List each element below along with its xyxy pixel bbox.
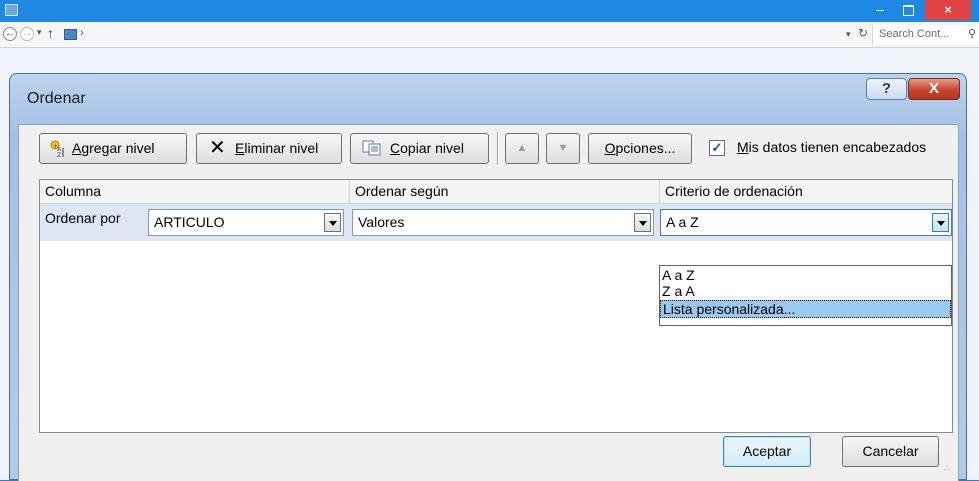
column-select[interactable]: ARTICULO xyxy=(148,209,344,236)
arrow-down-icon: ▼ xyxy=(557,142,569,154)
app-icon xyxy=(5,4,18,16)
copy-level-button[interactable]: Copiar nivel xyxy=(350,133,489,164)
forward-arrow-icon[interactable]: → xyxy=(20,27,34,41)
search-placeholder: Search Cont... xyxy=(879,28,950,40)
order-dropdown-list: A a Z Z a A Lista personalizada... xyxy=(659,265,952,326)
dialog-title: Ordenar xyxy=(27,90,86,107)
cancel-button[interactable]: Cancelar xyxy=(842,436,939,467)
add-level-button[interactable]: + A Z Agregar nivel xyxy=(39,133,187,164)
column-header-column: Columna xyxy=(40,180,350,204)
column-header-sort-on: Ordenar según xyxy=(350,180,660,204)
sort-on-select[interactable]: Valores xyxy=(352,209,654,236)
order-select-value: A a Z xyxy=(666,214,699,230)
options-button[interactable]: Opciones... xyxy=(588,133,692,164)
up-arrow-icon[interactable]: ↑ xyxy=(47,25,54,41)
search-icon: ⚲ xyxy=(968,28,977,40)
back-arrow-icon[interactable]: ← xyxy=(3,27,17,41)
sort-on-select-value: Valores xyxy=(358,214,405,230)
add-level-label: Agregar nivel xyxy=(72,140,155,156)
delete-x-icon: ✕ xyxy=(209,137,226,159)
dialog-close-button[interactable]: X xyxy=(908,78,960,100)
chevron-down-icon[interactable] xyxy=(932,213,949,232)
minimize-button[interactable]: – xyxy=(866,0,894,20)
row-label: Ordenar por xyxy=(45,210,121,226)
svg-text:Z: Z xyxy=(57,152,61,158)
arrow-up-icon: ▲ xyxy=(516,142,528,154)
order-option[interactable]: A a Z xyxy=(660,267,951,283)
dialog-body: + A Z Agregar nivel ✕ Eliminar nivel Cop… xyxy=(18,124,959,481)
column-header-order: Criterio de ordenación xyxy=(665,183,803,199)
search-input[interactable]: Search Cont... ⚲ xyxy=(872,25,979,45)
move-up-button[interactable]: ▲ xyxy=(505,133,539,164)
headers-checkbox[interactable]: ✓ xyxy=(709,140,725,156)
order-option[interactable]: Z a A xyxy=(660,283,951,299)
breadcrumb-chevron-icon[interactable]: › xyxy=(80,27,84,39)
chevron-down-icon[interactable] xyxy=(634,213,651,232)
order-select[interactable]: A a Z xyxy=(660,209,952,236)
delete-level-label: Eliminar nivel xyxy=(235,140,319,156)
maximize-button[interactable] xyxy=(894,0,922,20)
computer-icon xyxy=(64,29,77,40)
toolbar-separator xyxy=(497,132,499,165)
delete-level-button[interactable]: ✕ Eliminar nivel xyxy=(196,133,342,164)
chevron-down-icon[interactable] xyxy=(324,213,341,232)
options-label: Opciones... xyxy=(604,140,676,156)
move-down-button[interactable]: ▼ xyxy=(546,133,580,164)
address-dropdown-icon[interactable]: ▾ xyxy=(846,29,851,40)
refresh-icon[interactable]: ↻ xyxy=(858,26,868,40)
order-option-highlighted[interactable]: Lista personalizada... xyxy=(660,300,951,318)
sort-level-row[interactable]: Ordenar por ARTICULO Valores A a Z xyxy=(40,204,952,241)
recent-locations-chevron-icon[interactable]: ▾ xyxy=(37,27,42,38)
copy-icon xyxy=(362,140,381,156)
column-select-value: ARTICULO xyxy=(154,214,225,230)
headers-checkbox-label[interactable]: Mis datos tienen encabezados xyxy=(737,139,926,155)
window-close-button[interactable]: × xyxy=(925,0,971,20)
sort-add-icon: + A Z xyxy=(50,140,64,158)
explorer-titlebar: – × xyxy=(0,0,979,22)
resize-grip-icon[interactable]: ∴ xyxy=(944,464,956,477)
sort-dialog: Ordenar ? X + A Z Agregar nivel ✕ Elimin… xyxy=(9,73,967,481)
grid-header: Columna Ordenar según Criterio de ordena… xyxy=(40,180,952,204)
help-button[interactable]: ? xyxy=(866,78,907,100)
address-bar: ← → ▾ ↑ › ▾ ↻ Search Cont... ⚲ xyxy=(0,22,979,48)
copy-level-label: Copiar nivel xyxy=(390,140,464,156)
accept-button[interactable]: Aceptar xyxy=(723,436,811,467)
